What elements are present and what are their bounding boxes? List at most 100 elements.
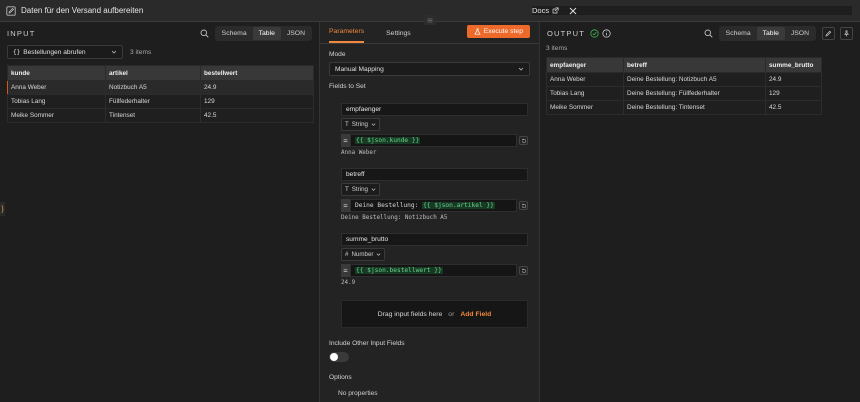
no-properties-text: No properties	[338, 390, 378, 397]
output-view-schema[interactable]: Schema	[720, 27, 757, 40]
table-cell[interactable]: Deine Bestellung: Füllfederhalter	[623, 86, 766, 101]
search-icon[interactable]	[704, 29, 713, 38]
input-view-json[interactable]: JSON	[281, 27, 311, 40]
pin-icon	[844, 29, 849, 36]
reset-icon[interactable]	[519, 266, 528, 275]
field-name-input[interactable]: empfaenger	[341, 103, 528, 116]
expression-preview: 24.9	[341, 280, 356, 286]
table-row: Anna Weber Deine Bestellung: Notizbuch A…	[546, 72, 822, 87]
input-col-artikel[interactable]: artikel	[105, 65, 201, 81]
chevron-down-icon	[371, 123, 376, 126]
equals-icon: =	[341, 264, 350, 277]
input-title: INPUT	[7, 28, 36, 38]
output-col-empfaenger[interactable]: empfaenger	[546, 57, 624, 73]
output-view-json[interactable]: JSON	[785, 27, 815, 40]
input-col-bestellwert[interactable]: bestellwert	[200, 65, 314, 81]
type-select[interactable]: T String	[341, 183, 380, 196]
table-cell[interactable]: Tobias Lang	[7, 94, 106, 109]
output-table: empfaenger betreff summe_brutto Anna Web…	[546, 57, 822, 115]
info-icon[interactable]	[602, 28, 611, 38]
reset-icon[interactable]	[519, 201, 528, 210]
input-node-select[interactable]: {} Bestellungen abrufen	[7, 45, 123, 59]
field-assignment: betreff T String = Deine Bestellung: {{ …	[341, 168, 528, 221]
table-cell[interactable]: Deine Bestellung: Tintenset	[623, 100, 766, 115]
table-cell[interactable]: Anna Weber	[546, 72, 624, 87]
execute-step-label: Execute step	[483, 28, 523, 35]
pencil-icon	[825, 30, 832, 36]
output-title: OUTPUT	[547, 28, 586, 38]
table-row: Tobias Lang Füllfederhalter 129	[7, 94, 314, 109]
external-link-icon	[552, 7, 559, 14]
drop-zone-or: or	[448, 310, 455, 318]
expression-token: {{ $json.artikel }}	[422, 202, 495, 209]
tab-parameters[interactable]: Parameters	[329, 28, 365, 43]
docs-link[interactable]: Docs	[532, 6, 559, 15]
table-cell[interactable]: Füllfederhalter	[105, 94, 201, 109]
table-row: Meike Sommer Deine Bestellung: Tintenset…	[546, 100, 822, 115]
add-field-button[interactable]: Add Field	[460, 311, 491, 318]
input-panel: INPUT Schema Table JSON {} Bestellungen …	[0, 22, 320, 402]
drop-zone[interactable]: Drag input fields here or Add Field	[341, 300, 528, 328]
table-cell[interactable]: Tintenset	[105, 108, 201, 123]
type-select-value: String	[351, 186, 368, 193]
table-cell[interactable]: 129	[765, 86, 822, 101]
table-row: Tobias Lang Deine Bestellung: Füllfederh…	[546, 86, 822, 101]
mode-select[interactable]: Manual Mapping	[329, 62, 530, 76]
expression-preview: Deine Bestellung: Notizbuch A5	[341, 215, 448, 221]
table-cell[interactable]: 42.5	[200, 108, 314, 123]
type-select-value: String	[351, 121, 368, 128]
table-cell[interactable]: 129	[200, 94, 314, 109]
input-view-table[interactable]: Table	[252, 26, 281, 40]
search-icon[interactable]	[200, 29, 209, 38]
input-col-kunde[interactable]: kunde	[7, 65, 106, 81]
collapse-handle[interactable]: }	[0, 202, 5, 216]
table-cell[interactable]: 42.5	[765, 100, 822, 115]
input-node-select-value: Bestellungen abrufen	[23, 48, 86, 56]
table-cell[interactable]: Meike Sommer	[546, 100, 624, 115]
drop-zone-text: Drag input fields here	[377, 310, 443, 318]
window-title: Daten für den Versand aufbereiten	[6, 5, 144, 16]
options-label: Options	[329, 374, 352, 381]
reset-icon[interactable]	[519, 136, 528, 145]
input-item-count: 3 items	[130, 48, 152, 56]
input-view-schema[interactable]: Schema	[216, 27, 253, 40]
expression-input[interactable]: Deine Bestellung: {{ $json.artikel }}	[350, 199, 517, 212]
docs-label: Docs	[532, 6, 550, 15]
table-row: Meike Sommer Tintenset 42.5	[7, 108, 314, 123]
table-cell[interactable]: Meike Sommer	[7, 108, 106, 123]
pin-data-button[interactable]	[840, 26, 853, 40]
expression-token: {{ $json.kunde }}	[355, 137, 421, 144]
string-type-icon: T	[345, 186, 349, 193]
expression-preview: Anna Weber	[341, 150, 377, 156]
field-name-input[interactable]: summe_brutto	[341, 233, 528, 246]
edit-output-button[interactable]	[822, 26, 835, 40]
field-assignment: summe_brutto # Number = {{ $json.bestell…	[341, 233, 528, 286]
expression-input[interactable]: {{ $json.kunde }}	[350, 134, 517, 147]
close-icon[interactable]	[569, 7, 577, 15]
tab-settings[interactable]: Settings	[386, 30, 411, 43]
field-name-input[interactable]: betreff	[341, 168, 528, 181]
table-cell[interactable]: 24.9	[200, 80, 314, 95]
table-row: Anna Weber Notizbuch A5 24.9	[7, 80, 314, 95]
table-cell[interactable]: Deine Bestellung: Notizbuch A5	[623, 72, 766, 87]
table-cell[interactable]: Notizbuch A5	[105, 80, 201, 95]
table-cell[interactable]: 24.9	[765, 72, 822, 87]
type-select[interactable]: T String	[341, 118, 380, 131]
include-other-fields-toggle[interactable]	[329, 352, 349, 362]
expression-input[interactable]: {{ $json.bestellwert }}	[350, 264, 517, 277]
output-item-count: 3 items	[546, 45, 568, 52]
input-table: kunde artikel bestellwert Anna Weber Not…	[7, 65, 314, 123]
chevron-down-icon	[371, 188, 376, 191]
output-col-betreff[interactable]: betreff	[623, 57, 766, 73]
expression-token: {{ $json.bestellwert }}	[355, 267, 443, 274]
table-cell[interactable]: Anna Weber	[7, 80, 106, 95]
output-col-summe-brutto[interactable]: summe_brutto	[765, 57, 822, 73]
table-cell[interactable]: Tobias Lang	[546, 86, 624, 101]
output-view-table[interactable]: Table	[756, 26, 785, 40]
execute-step-button[interactable]: Execute step	[466, 25, 530, 38]
braces-icon: {}	[13, 48, 21, 56]
string-type-icon: T	[345, 121, 349, 128]
type-select[interactable]: # Number	[341, 248, 386, 261]
chevron-down-icon	[111, 49, 117, 55]
window-title-text: Daten für den Versand aufbereiten	[21, 6, 144, 15]
